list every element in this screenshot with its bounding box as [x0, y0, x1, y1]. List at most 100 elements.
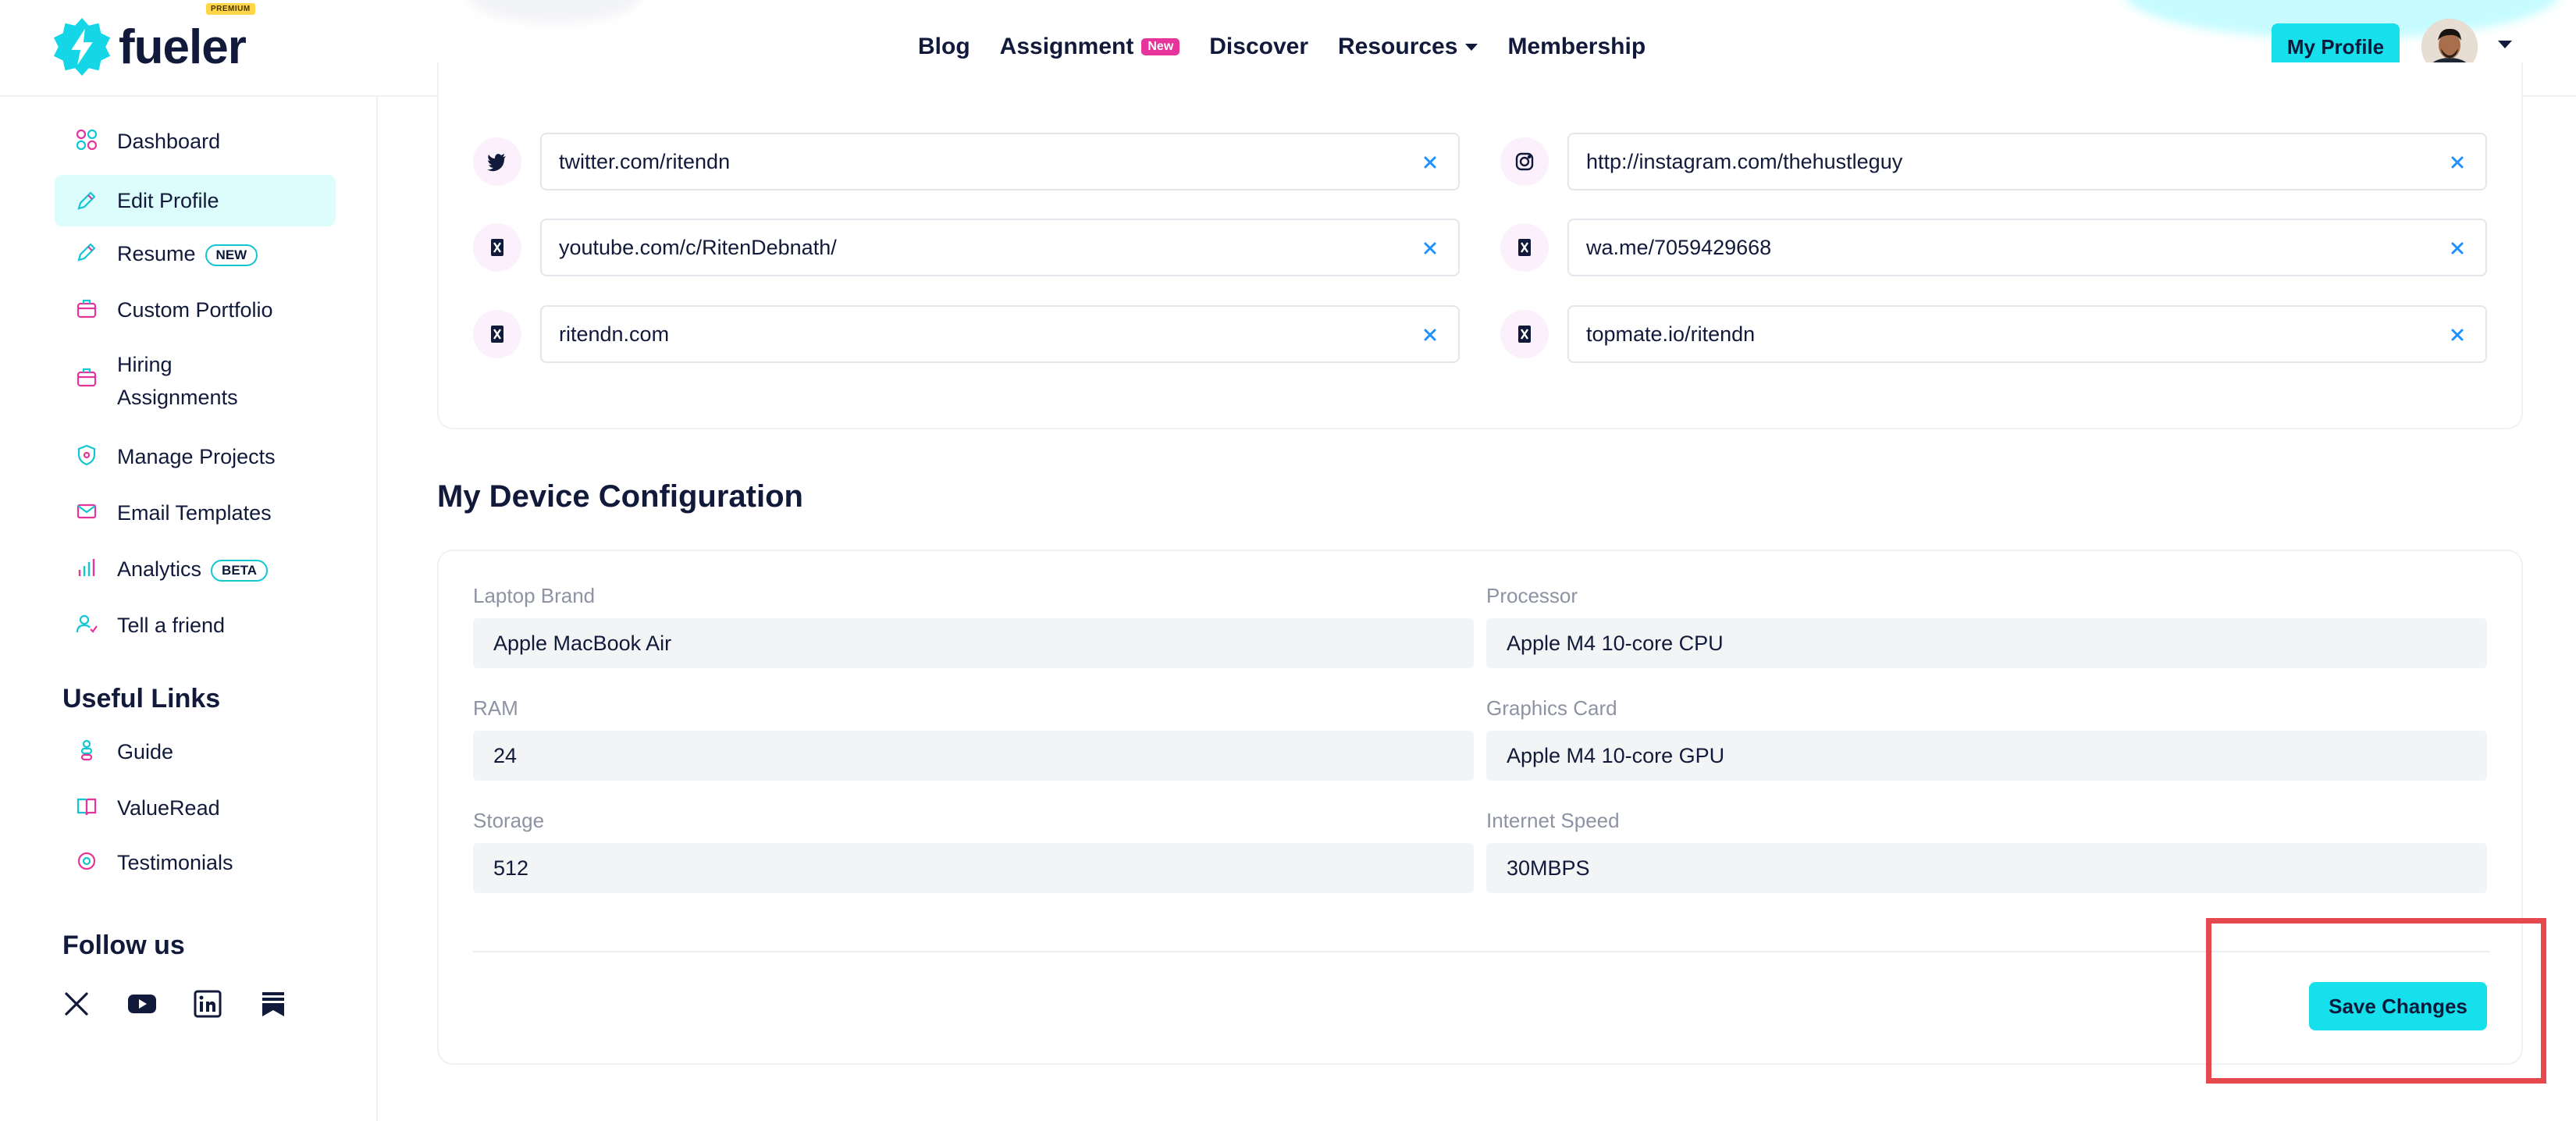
useful-links-heading: Useful Links	[62, 684, 221, 714]
sidebar-item-custom-portfolio[interactable]: Custom Portfolio	[55, 294, 336, 326]
sidebar-item-analytics[interactable]: Analytics BETA	[55, 553, 336, 585]
laptop-brand-label: Laptop Brand	[473, 584, 596, 607]
graphics-card-label: Graphics Card	[1486, 696, 1617, 720]
youtube-url-field[interactable]	[540, 219, 1460, 276]
nav-resources[interactable]: Resources	[1338, 34, 1478, 60]
premium-badge: PREMIUM	[206, 3, 255, 15]
bar-chart-icon	[78, 559, 95, 576]
sidebar-item-label: ValueRead	[117, 796, 220, 820]
whatsapp-url-field[interactable]	[1567, 219, 2487, 276]
sidebar-item-dashboard[interactable]: Dashboard	[55, 125, 336, 158]
sidebar-item-tell-a-friend[interactable]: Tell a friend	[55, 609, 336, 642]
sidebar-item-label: Testimonials	[117, 851, 233, 874]
sidebar-item-email-templates[interactable]: Email Templates	[55, 496, 336, 529]
new-badge: NEW	[205, 244, 258, 266]
close-icon[interactable]	[1419, 237, 1441, 259]
substack-icon[interactable]	[258, 988, 289, 1020]
instagram-url-field[interactable]	[1567, 133, 2487, 190]
instagram-icon	[1500, 137, 1549, 186]
shield-icon	[77, 444, 96, 466]
chat-icon	[77, 852, 96, 870]
social-link-row	[1500, 219, 2487, 276]
link-icon	[473, 310, 521, 358]
sidebar-item-label: Email Templates	[117, 501, 272, 525]
sidebar-item-testimonials[interactable]: Testimonials	[55, 846, 336, 879]
guide-icon	[80, 739, 93, 761]
book-icon	[76, 798, 97, 816]
sidebar-item-hiring-assignments[interactable]: Hiring Assignments	[55, 348, 336, 414]
sidebar-item-edit-profile[interactable]: Edit Profile	[55, 175, 336, 226]
nav-blog[interactable]: Blog	[918, 34, 970, 60]
youtube-icon[interactable]	[126, 988, 158, 1020]
nav-label: Resources	[1338, 34, 1458, 59]
processor-field[interactable]	[1486, 618, 2487, 668]
storage-input[interactable]	[473, 843, 1474, 893]
twitter-url-field[interactable]	[540, 133, 1460, 190]
lightning-badge-icon	[53, 17, 111, 77]
sidebar-item-label: Custom Portfolio	[117, 298, 273, 322]
nav-label: Discover	[1209, 34, 1309, 59]
instagram-url-input[interactable]	[1569, 134, 2485, 189]
follow-us-heading: Follow us	[62, 931, 185, 960]
pencil-icon	[77, 191, 96, 210]
social-link-row	[473, 305, 1460, 363]
decorative-blob	[468, 0, 640, 23]
sidebar-item-label: Manage Projects	[117, 445, 276, 468]
ram-field[interactable]	[473, 731, 1474, 781]
pencil-icon	[77, 243, 96, 262]
processor-input[interactable]	[1486, 618, 2487, 668]
sidebar-item-manage-projects[interactable]: Manage Projects	[55, 440, 336, 473]
social-link-row	[1500, 133, 2487, 190]
nav-assignment[interactable]: Assignment New	[1000, 34, 1180, 60]
topmate-url-field[interactable]	[1567, 305, 2487, 363]
sidebar-item-label: Resume	[117, 242, 196, 265]
processor-label: Processor	[1486, 584, 1578, 607]
whatsapp-url-input[interactable]	[1569, 220, 2485, 275]
close-icon[interactable]	[2446, 324, 2468, 346]
chevron-down-icon	[1465, 43, 1478, 51]
twitter-url-input[interactable]	[542, 134, 1458, 189]
chevron-down-icon[interactable]	[2498, 41, 2512, 48]
link-icon	[1500, 223, 1549, 272]
sidebar-item-guide[interactable]: Guide	[55, 735, 336, 768]
graphics-card-input[interactable]	[1486, 731, 2487, 781]
highlight-box	[2206, 918, 2546, 1084]
topmate-url-input[interactable]	[1569, 307, 2485, 361]
sidebar-item-resume[interactable]: Resume NEW	[55, 237, 336, 270]
logo-text: fueler	[119, 20, 247, 74]
sidebar: Dashboard Edit Profile Resume NEW Custom …	[0, 97, 378, 1121]
close-icon[interactable]	[2446, 151, 2468, 173]
twitter-icon	[473, 137, 521, 186]
internet-speed-field[interactable]	[1486, 843, 2487, 893]
social-link-row	[473, 133, 1460, 190]
sidebar-item-label: Analytics	[117, 557, 202, 581]
nav-discover[interactable]: Discover	[1209, 34, 1308, 60]
close-icon[interactable]	[2446, 237, 2468, 259]
laptop-brand-input[interactable]	[473, 618, 1474, 668]
close-icon[interactable]	[1419, 324, 1441, 346]
sidebar-item-valueread[interactable]: ValueRead	[55, 792, 336, 824]
new-badge: New	[1141, 38, 1180, 55]
x-icon[interactable]	[61, 988, 92, 1020]
linkedin-icon[interactable]	[192, 988, 223, 1020]
nav-label: Blog	[918, 34, 970, 59]
briefcase-icon	[76, 299, 97, 319]
storage-field[interactable]	[473, 843, 1474, 893]
youtube-url-input[interactable]	[542, 220, 1458, 275]
divider	[473, 951, 2490, 952]
website-url-input[interactable]	[542, 307, 1458, 361]
link-icon	[1500, 310, 1549, 358]
close-icon[interactable]	[1419, 151, 1441, 173]
graphics-card-field[interactable]	[1486, 731, 2487, 781]
website-url-field[interactable]	[540, 305, 1460, 363]
fueler-logo[interactable]: fueler	[52, 16, 247, 78]
user-add-icon	[76, 614, 98, 633]
laptop-brand-field[interactable]	[473, 618, 1474, 668]
social-link-row	[1500, 305, 2487, 363]
mail-icon	[76, 504, 97, 519]
nav-label: Assignment	[999, 34, 1134, 59]
ram-input[interactable]	[473, 731, 1474, 781]
nav-membership[interactable]: Membership	[1507, 34, 1646, 60]
sidebar-item-label-wrap: Analytics BETA	[117, 553, 269, 585]
internet-speed-input[interactable]	[1486, 843, 2487, 893]
